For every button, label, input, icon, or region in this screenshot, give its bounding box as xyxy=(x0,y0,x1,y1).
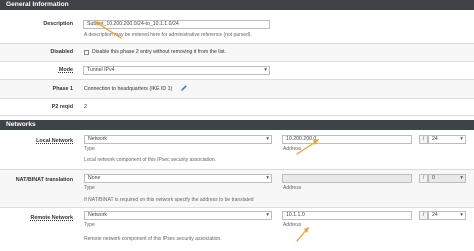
nat-type-select[interactable]: None xyxy=(84,174,272,183)
description-label: Description xyxy=(43,21,73,27)
local-network-label: Local Network xyxy=(36,138,73,144)
remote-network-mask-value: 24 xyxy=(432,212,438,218)
description-help: A description may be entered here for ad… xyxy=(84,32,252,38)
nat-slash: / xyxy=(419,174,428,183)
disable-checkbox-text: Disable this phase 2 entry without remov… xyxy=(92,49,227,55)
disable-checkbox[interactable] xyxy=(84,50,89,55)
disabled-row: Disabled Disable this phase 2 entry with… xyxy=(0,44,474,62)
local-network-type-caption: Type xyxy=(84,146,95,152)
disabled-label: Disabled xyxy=(50,49,73,55)
p2reqid-row: P2 reqid 2 xyxy=(0,99,474,116)
mode-label-wrap: Mode xyxy=(5,67,73,73)
description-row: Description Subnet_10.200.200.0/24-to_10… xyxy=(0,10,474,44)
general-information-heading: General Information xyxy=(0,0,474,10)
remote-network-type-value: Network xyxy=(88,212,108,218)
remote-network-slash: / xyxy=(419,211,428,220)
remote-network-address-input[interactable]: 10.1.1.0 xyxy=(282,211,412,220)
nat-type-caption: Type xyxy=(84,185,95,191)
local-network-mask-value: 24 xyxy=(432,136,438,142)
nat-mask-select[interactable]: 0 xyxy=(428,174,466,183)
remote-network-row: Remote Network Network Type 10.1.1.0 Add… xyxy=(0,208,474,251)
nat-address-input[interactable] xyxy=(282,174,412,183)
nat-row: NAT/BINAT translation None Type Address … xyxy=(0,170,474,208)
p2reqid-value: 2 xyxy=(84,104,87,110)
nat-help: If NAT/BINAT is required on this network… xyxy=(84,197,254,203)
local-network-row: Local Network Network Type 10.200.200.0 … xyxy=(0,130,474,170)
phase1-row: Phase 1 Connection to headquarters (IKE … xyxy=(0,80,474,99)
nat-label: NAT/BINAT translation xyxy=(15,177,73,183)
mode-label: Mode xyxy=(58,67,73,73)
remote-network-mask-select[interactable]: 24 xyxy=(428,211,466,220)
local-network-help: Local network component of this IPsec se… xyxy=(84,157,217,163)
local-network-address-input[interactable]: 10.200.200.0 xyxy=(282,135,412,144)
networks-heading: Networks xyxy=(0,120,474,130)
nat-mask-value: 0 xyxy=(432,175,435,181)
remote-network-label-wrap: Remote Network xyxy=(5,215,73,221)
remote-network-type-select[interactable]: Network xyxy=(84,211,272,220)
local-network-type-select[interactable]: Network xyxy=(84,135,272,144)
description-input[interactable]: Subnet_10.200.200.0/24-to_10.1.1.0/24 xyxy=(83,20,270,29)
local-network-slash: / xyxy=(419,135,428,144)
mode-row: Mode Tunnel IPv4 xyxy=(0,62,474,80)
remote-network-label: Remote Network xyxy=(30,215,73,221)
remote-network-help: Remote network component of this IPsec s… xyxy=(84,236,222,242)
remote-network-type-caption: Type xyxy=(84,222,95,228)
phase1-value: Connection to headquarters (IKE ID 1) xyxy=(84,86,173,92)
nat-type-value: None xyxy=(88,175,101,181)
phase1-label: Phase 1 xyxy=(52,86,73,92)
remote-network-address-caption: Address xyxy=(283,222,302,228)
local-network-label-wrap: Local Network xyxy=(5,138,73,144)
mode-select[interactable]: Tunnel IPv4 xyxy=(83,66,270,75)
mode-select-value: Tunnel IPv4 xyxy=(87,67,115,73)
p2reqid-label: P2 reqid xyxy=(51,104,73,110)
pencil-icon[interactable] xyxy=(180,84,188,92)
nat-address-caption: Address xyxy=(283,185,302,191)
local-network-mask-select[interactable]: 24 xyxy=(428,135,466,144)
local-network-type-value: Network xyxy=(88,136,108,142)
local-network-address-caption: Address xyxy=(283,146,302,152)
